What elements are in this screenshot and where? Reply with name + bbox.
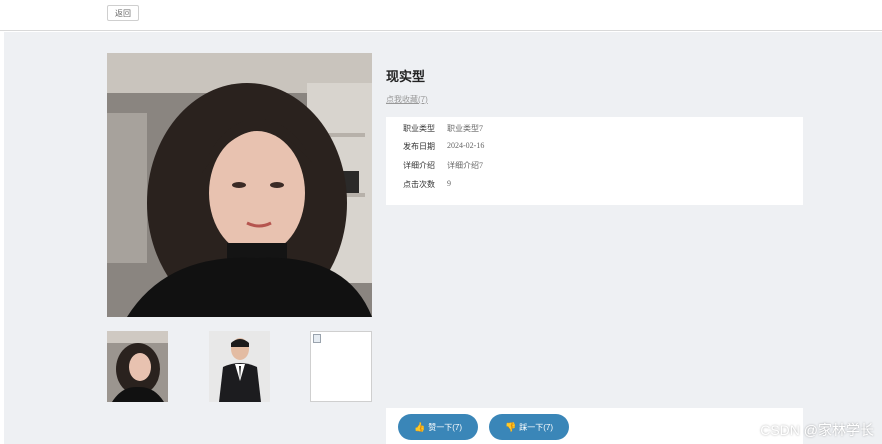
info-row-type: 职业类型 职业类型7 xyxy=(386,123,483,137)
back-button[interactable]: 返回 xyxy=(107,5,139,21)
thumbnail-image xyxy=(107,331,168,402)
portrait-image xyxy=(107,53,372,317)
like-button[interactable]: 👍 赞一下(7) xyxy=(398,414,478,440)
info-label: 点击次数 xyxy=(403,180,435,189)
page-title: 现实型 xyxy=(386,69,426,84)
info-label: 详细介绍 xyxy=(403,161,435,170)
info-label: 发布日期 xyxy=(403,142,435,151)
info-row-clicks: 点击次数 9 xyxy=(386,179,451,193)
main-photo xyxy=(107,53,372,317)
broken-image-icon xyxy=(313,334,321,343)
info-label: 职业类型 xyxy=(403,124,435,133)
like-label: 赞一下(7) xyxy=(428,422,462,432)
info-panel: 职业类型 职业类型7 发布日期 2024-02-16 详细介绍 详细介绍7 点击… xyxy=(386,117,803,205)
dislike-button[interactable]: 👎 踩一下(7) xyxy=(489,414,569,440)
info-value: 职业类型7 xyxy=(447,124,483,133)
thumbnail-broken[interactable] xyxy=(310,331,372,402)
favorite-link[interactable]: 点我收藏(7) xyxy=(386,94,428,105)
thumbnail-portrait-man[interactable] xyxy=(209,331,270,402)
watermark: CSDN @家林学长 xyxy=(760,422,874,438)
thumbs-down-icon: 👎 xyxy=(505,421,517,432)
info-row-date: 发布日期 2024-02-16 xyxy=(386,141,484,155)
top-bar: 返回 xyxy=(0,0,882,31)
dislike-label: 踩一下(7) xyxy=(519,422,553,432)
thumbs-up-icon: 👍 xyxy=(414,421,426,432)
thumbnail-image xyxy=(209,331,270,402)
info-value: 详细介绍7 xyxy=(447,161,483,170)
info-row-description: 详细介绍 详细介绍7 xyxy=(386,160,483,174)
thumbnail-portrait-woman[interactable] xyxy=(107,331,168,402)
info-value: 2024-02-16 xyxy=(447,141,485,150)
info-value: 9 xyxy=(447,179,451,188)
